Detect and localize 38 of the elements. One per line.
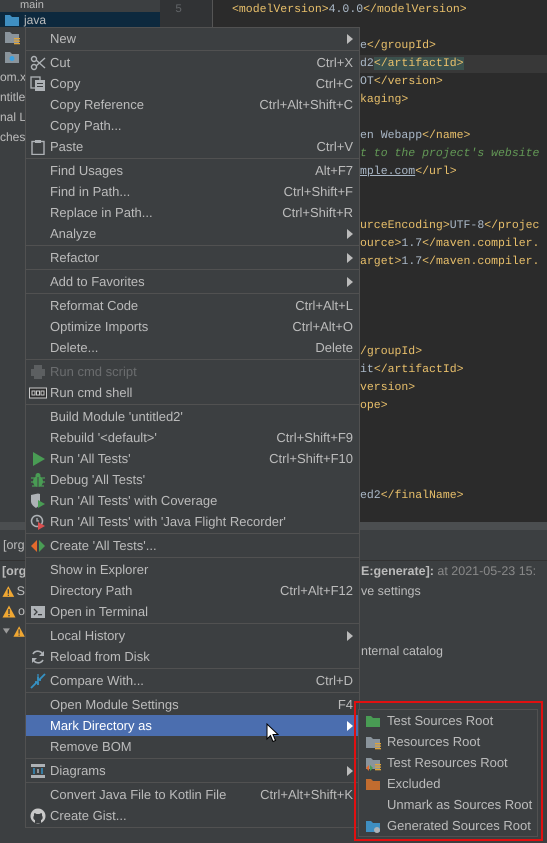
- code-line: urceEncoding>UTF-8</projec: [360, 219, 540, 232]
- code-line: OT</version>: [360, 75, 443, 88]
- shortcut-text: Ctrl+Alt+Shift+K: [260, 787, 353, 802]
- code-line: arget>1.7</maven.compiler.: [360, 255, 540, 268]
- log-text: [org: [2, 564, 26, 578]
- shortcut-text: Ctrl+Shift+F: [284, 184, 353, 199]
- shortcut-text: Ctrl+Alt+L: [295, 298, 353, 313]
- code-line: ed2</finalName>: [360, 489, 464, 502]
- shortcut-text: Ctrl+Shift+F10: [269, 451, 353, 466]
- code-line: mple.com</url>: [360, 165, 457, 178]
- shortcut-text: Ctrl+Shift+F9: [276, 430, 353, 445]
- code-line: <modelVersion>4.0.0</modelVersion>: [232, 3, 467, 16]
- shortcut-text: Delete: [315, 340, 353, 355]
- log-text: S: [16, 584, 25, 598]
- shortcut-text: Alt+F7: [315, 163, 353, 178]
- code-line: e</groupId>: [360, 39, 436, 52]
- shortcut-text: Ctrl+Alt+O: [292, 319, 353, 334]
- shortcut-text: F4: [338, 697, 353, 712]
- shortcut-text: Ctrl+C: [316, 76, 353, 91]
- code-line: version>: [360, 381, 416, 394]
- shortcut-text: Ctrl+Shift+R: [282, 205, 353, 220]
- code-line: d2</artifactId>: [360, 57, 464, 70]
- shortcut-text: Ctrl+V: [316, 139, 353, 154]
- code-line: en Webapp</name>: [360, 129, 470, 142]
- shortcut-text: Ctrl+Alt+Shift+C: [259, 97, 353, 112]
- code-line: kaging>: [360, 93, 408, 106]
- code-line: ope>: [360, 399, 388, 412]
- code-line: it</artifactId>: [360, 363, 464, 376]
- shortcut-text: Ctrl+X: [316, 55, 353, 70]
- shortcut-text: Ctrl+Alt+F12: [280, 583, 353, 598]
- code-line: /groupId>: [360, 345, 422, 358]
- log-text: E:generate]: at 2021-05-23 15:: [361, 564, 536, 578]
- code-line: t to the project's website: [360, 147, 540, 160]
- code-line: ource>1.7</maven.compiler.: [360, 237, 540, 250]
- log-text: nternal catalog: [361, 644, 444, 658]
- log-text: ve settings: [361, 584, 421, 598]
- shortcut-text: Ctrl+D: [316, 673, 353, 688]
- log-text: o: [18, 604, 25, 618]
